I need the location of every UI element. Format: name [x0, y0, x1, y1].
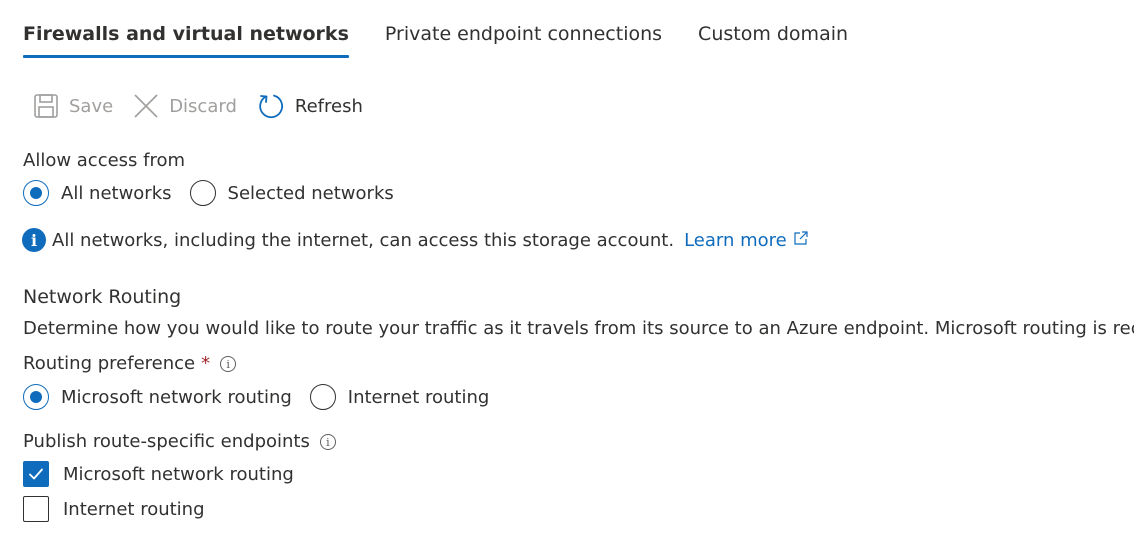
external-link-icon	[793, 230, 809, 251]
checkbox-label: Microsoft network routing	[63, 463, 294, 485]
checkbox-publish-internet-routing[interactable]: Internet routing	[23, 496, 205, 522]
routing-preference-text: Routing preference	[23, 353, 196, 374]
radio-label: Internet routing	[347, 386, 490, 408]
routing-preference-radio-group: Microsoft network routing Internet routi…	[23, 384, 489, 410]
info-text: All networks, including the internet, ca…	[52, 229, 675, 251]
info-icon: i	[22, 228, 46, 252]
checkmark-icon	[29, 468, 43, 480]
save-icon	[33, 93, 59, 119]
save-button[interactable]: Save	[33, 93, 113, 119]
routing-preference-label: Routing preference * i	[23, 353, 237, 374]
radio-selected-networks[interactable]: Selected networks	[189, 180, 394, 206]
radio-all-networks[interactable]: All networks	[23, 180, 172, 206]
discard-label: Discard	[169, 95, 237, 117]
checkbox-checked-indicator	[23, 461, 49, 487]
checkbox-label: Internet routing	[63, 498, 205, 520]
radio-unselected-indicator	[309, 384, 336, 410]
network-routing-heading: Network Routing	[23, 286, 182, 308]
required-marker: *	[201, 353, 211, 374]
discard-button[interactable]: Discard	[133, 93, 237, 119]
radio-label: All networks	[61, 182, 172, 204]
radio-internet-routing[interactable]: Internet routing	[309, 384, 490, 410]
checkbox-unchecked-indicator	[23, 496, 49, 522]
command-bar: Save Discard Refresh	[33, 90, 363, 122]
radio-unselected-indicator	[189, 180, 216, 206]
radio-microsoft-network-routing[interactable]: Microsoft network routing	[23, 384, 292, 410]
learn-more-link[interactable]: Learn more	[684, 230, 809, 251]
radio-label: Microsoft network routing	[61, 386, 292, 408]
refresh-button[interactable]: Refresh	[257, 92, 363, 120]
close-icon	[133, 93, 159, 119]
tab-private-endpoint-connections[interactable]: Private endpoint connections	[385, 20, 662, 48]
radio-selected-indicator	[23, 384, 49, 410]
learn-more-label: Learn more	[684, 229, 787, 251]
save-label: Save	[69, 95, 114, 117]
network-routing-description: Determine how you would like to route yo…	[23, 318, 1134, 339]
radio-selected-indicator	[23, 180, 49, 206]
allow-access-radio-group: All networks Selected networks	[23, 180, 394, 206]
radio-label: Selected networks	[227, 182, 394, 204]
checkbox-publish-microsoft-routing[interactable]: Microsoft network routing	[23, 461, 294, 487]
tab-bar: Firewalls and virtual networks Private e…	[23, 20, 848, 58]
tab-firewalls-and-virtual-networks[interactable]: Firewalls and virtual networks	[23, 20, 349, 58]
networking-page: Firewalls and virtual networks Private e…	[0, 0, 1134, 544]
publish-endpoints-text: Publish route-specific endpoints	[23, 431, 310, 452]
refresh-label: Refresh	[294, 95, 363, 117]
info-icon[interactable]: i	[220, 356, 237, 372]
publish-endpoints-label: Publish route-specific endpoints i	[23, 431, 336, 452]
info-icon[interactable]: i	[319, 434, 336, 450]
allow-access-label: Allow access from	[23, 150, 186, 171]
refresh-icon	[257, 92, 285, 120]
tab-custom-domain[interactable]: Custom domain	[698, 20, 848, 48]
access-info-message: i All networks, including the internet, …	[22, 228, 809, 252]
